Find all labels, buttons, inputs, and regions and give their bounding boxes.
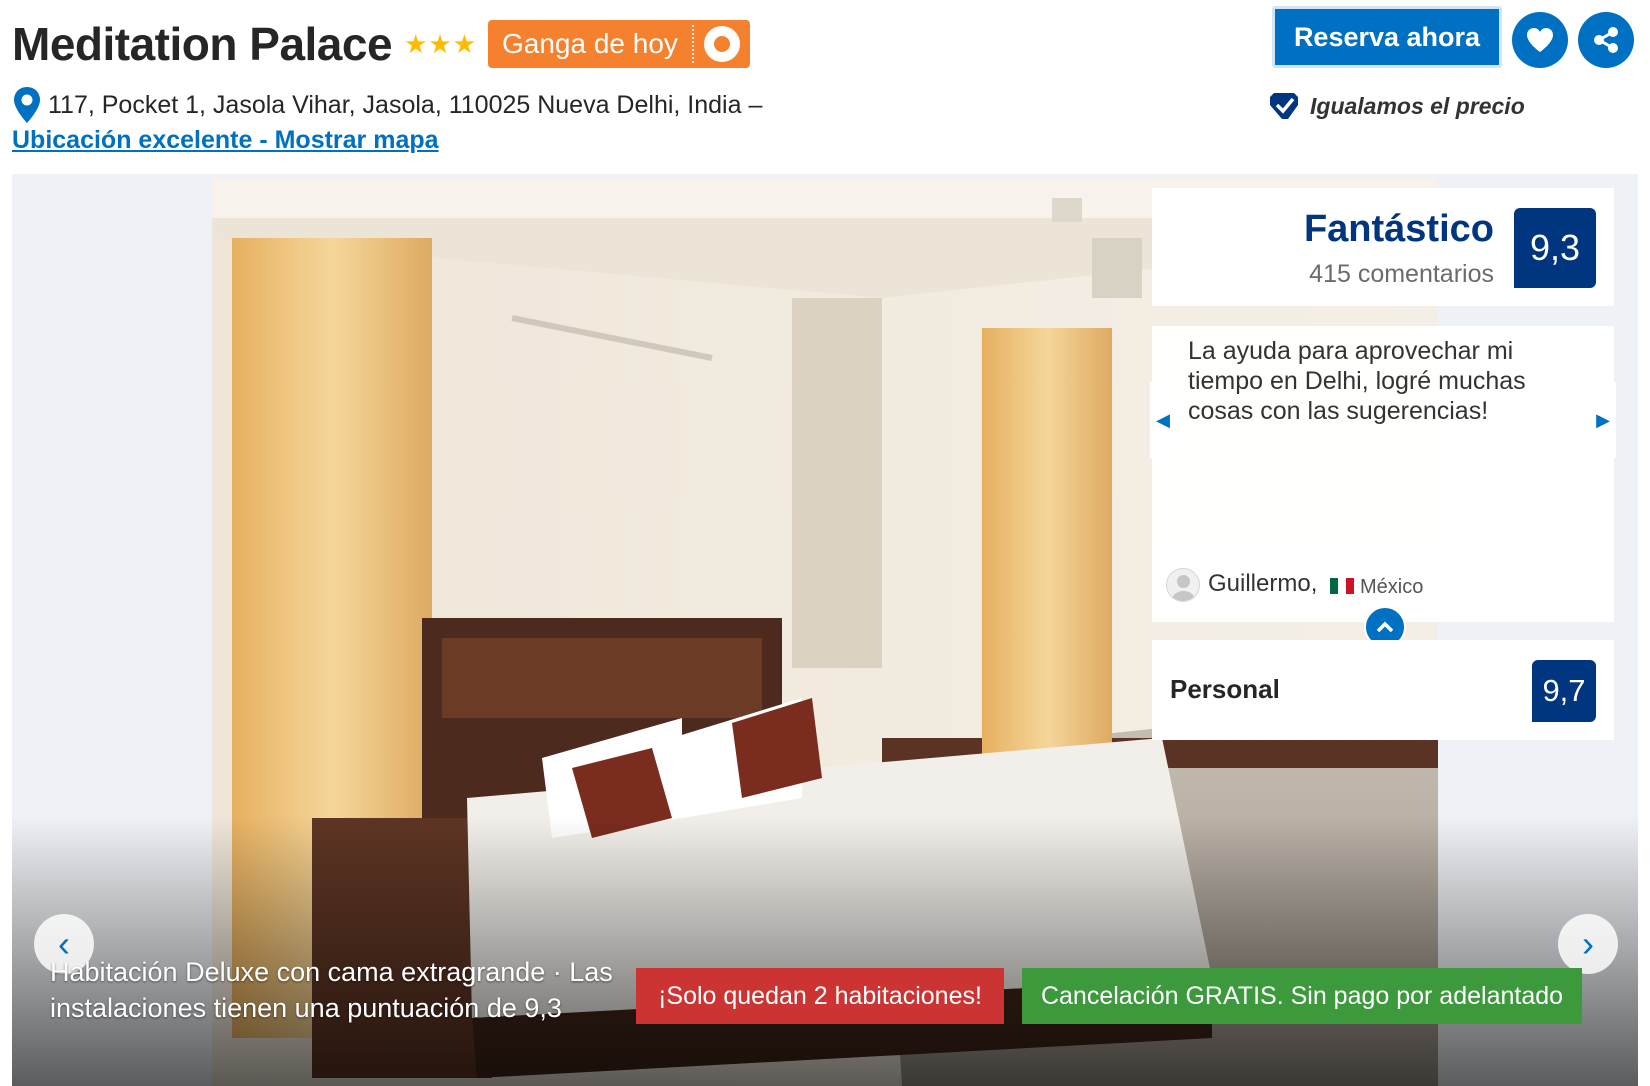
checkmark-icon	[1270, 93, 1298, 119]
mexico-flag-icon	[1330, 578, 1354, 594]
star-icon: ★	[452, 29, 476, 59]
review-score-badge: 9,3	[1514, 208, 1596, 288]
review-score-card[interactable]: Fantástico 415 comentarios 9,3	[1152, 188, 1614, 306]
heart-icon	[1527, 28, 1553, 52]
share-button[interactable]	[1578, 12, 1634, 68]
review-next-button[interactable]: ▶	[1590, 382, 1616, 458]
category-label: Personal	[1170, 674, 1280, 704]
avatar-icon	[1166, 568, 1200, 602]
map-pin-icon	[14, 87, 40, 123]
chevron-right-icon: ›	[1582, 923, 1594, 964]
review-snippet-card: ◀ La ayuda para aprovechar mi tiempo en …	[1150, 326, 1616, 546]
chevron-left-icon: ◀	[1156, 409, 1170, 430]
category-score-card[interactable]: Personal 9,7	[1152, 640, 1614, 740]
hotel-name: Meditation Palace	[12, 18, 393, 70]
reviewer-name: Guillermo,	[1208, 570, 1318, 597]
category-score-badge: 9,7	[1532, 660, 1596, 722]
photo-caption: Habitación Deluxe con cama extragrande ·…	[50, 957, 613, 1023]
chevron-right-icon: ▶	[1596, 409, 1610, 430]
deal-badge-label: Ganga de hoy	[502, 28, 678, 59]
reviews-count: 415 comentarios	[1309, 260, 1494, 288]
share-icon	[1594, 27, 1618, 53]
lightbulb-icon	[703, 26, 740, 62]
hotel-address: 117, Pocket 1, Jasola Vihar, Jasola, 110…	[48, 90, 763, 119]
show-map-link[interactable]: Ubicación excelente - Mostrar mapa	[12, 126, 439, 155]
review-text: La ayuda para aprovechar mi tiempo en De…	[1188, 337, 1526, 425]
hotel-title-row: Meditation Palace ★ ★ ★ Ganga de hoy	[12, 12, 750, 76]
chevron-up-icon	[1376, 621, 1394, 633]
rooms-left-badge: ¡Solo quedan 2 habitaciones!	[636, 968, 1004, 1024]
gallery-gradient-overlay	[12, 816, 1638, 1086]
photo-gallery: ‹ › Habitación Deluxe con cama extragran…	[12, 174, 1638, 1086]
rating-word: Fantástico	[1303, 208, 1494, 250]
star-icon: ★	[428, 29, 452, 59]
save-favorite-button[interactable]	[1512, 12, 1568, 68]
reviewer-country: México	[1360, 576, 1424, 598]
review-prev-button[interactable]: ◀	[1150, 382, 1176, 458]
star-rating: ★ ★ ★	[404, 31, 476, 57]
deal-badge[interactable]: Ganga de hoy	[488, 20, 750, 68]
gallery-next-button[interactable]: ›	[1558, 914, 1618, 974]
reserve-now-button[interactable]: Reserva ahora	[1272, 6, 1502, 68]
address-row: 117, Pocket 1, Jasola Vihar, Jasola, 110…	[12, 86, 762, 124]
star-icon: ★	[404, 29, 428, 59]
free-cancellation-badge: Cancelación GRATIS. Sin pago por adelant…	[1022, 968, 1582, 1024]
price-match[interactable]: Igualamos el precio	[1268, 88, 1525, 124]
price-match-label: Igualamos el precio	[1310, 92, 1525, 119]
deal-badge-divider	[691, 25, 694, 63]
